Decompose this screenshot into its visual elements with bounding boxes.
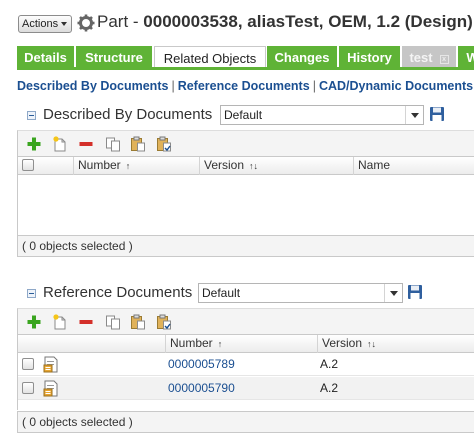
column-number-label: Number <box>78 158 121 172</box>
page-title: Part - 0000003538, aliasTest, OEM, 1.2 (… <box>97 12 473 32</box>
table-row[interactable]: 0000005789 A.2 <box>18 353 474 376</box>
plus-icon[interactable] <box>26 136 42 152</box>
new-document-icon[interactable] <box>52 136 68 152</box>
view-select[interactable]: Default <box>220 105 424 125</box>
section-title: Described By Documents <box>43 106 213 123</box>
section-header: Reference Documents Default <box>17 282 474 304</box>
column-version[interactable]: Version ↑↓ <box>199 157 353 175</box>
document-number-link[interactable]: 0000005790 <box>168 381 235 395</box>
related-objects-nav: Described By Documents | Reference Documen… <box>17 79 474 93</box>
selection-status: ( 0 objects selected ) <box>17 235 474 257</box>
row-checkbox[interactable] <box>22 358 34 370</box>
collapse-icon[interactable] <box>27 289 36 298</box>
nav-reference-documents[interactable]: Reference Documents <box>178 79 310 93</box>
chevron-down-icon <box>61 22 68 26</box>
close-icon[interactable]: x <box>439 55 449 64</box>
tab-bar: Details Structure Related Objects Change… <box>17 46 474 70</box>
document-version: A.2 <box>320 357 339 371</box>
tab-changes[interactable]: Changes <box>267 46 338 67</box>
document-version: A.2 <box>320 381 339 395</box>
tab-overflow[interactable]: W <box>458 46 474 67</box>
tab-test[interactable]: test x <box>402 46 457 67</box>
tab-test-label: test <box>409 50 433 65</box>
reference-documents-section: Reference Documents Default Number ↑ Vers… <box>17 282 474 439</box>
selection-status: ( 0 objects selected ) <box>17 411 474 433</box>
column-number-label: Number <box>170 336 213 350</box>
plus-icon[interactable] <box>26 314 42 330</box>
page-header: Actions Part - 0000003538, aliasTest, OE… <box>0 8 474 42</box>
described-documents-table: Number ↑ Version ↑↓ Name <box>17 156 474 236</box>
document-number-link[interactable]: 0000005789 <box>168 357 235 371</box>
document-icon[interactable] <box>43 356 59 373</box>
gear-icon <box>77 14 95 32</box>
paste-icon[interactable] <box>130 136 146 152</box>
sort-toggle-icon: ↑↓ <box>249 161 259 171</box>
minus-icon[interactable] <box>78 314 94 330</box>
paste-special-icon[interactable] <box>156 136 172 152</box>
document-icon[interactable] <box>43 380 59 397</box>
sort-ascending-icon: ↑ <box>217 339 223 349</box>
column-number[interactable]: Number ↑ <box>73 157 199 175</box>
tab-structure[interactable]: Structure <box>76 46 153 67</box>
sort-ascending-icon: ↑ <box>125 161 131 171</box>
table-header: Number ↑ Version ↑↓ <box>18 335 474 353</box>
actions-menu-button[interactable]: Actions <box>18 15 73 33</box>
table-header: Number ↑ Version ↑↓ Name <box>18 157 474 175</box>
tab-related-objects[interactable]: Related Objects <box>154 46 266 67</box>
sort-toggle-icon: ↑↓ <box>367 339 377 349</box>
paste-icon[interactable] <box>130 314 146 330</box>
section-header: Described By Documents Default <box>17 104 474 126</box>
nav-cad-dynamic-documents[interactable]: CAD/Dynamic Documents <box>319 79 473 93</box>
nav-separator: | <box>312 79 316 93</box>
table-toolbar <box>17 308 474 334</box>
copy-icon[interactable] <box>105 136 121 152</box>
copy-icon[interactable] <box>105 314 121 330</box>
actions-label: Actions <box>22 18 59 30</box>
page-title-identity: 0000003538, aliasTest, OEM, 1.2 (Design) <box>143 12 473 31</box>
column-version[interactable]: Version ↑↓ <box>317 335 473 353</box>
nav-described-by-documents[interactable]: Described By Documents <box>17 79 168 93</box>
page-title-prefix: Part - <box>97 12 144 31</box>
section-title: Reference Documents <box>43 284 193 301</box>
tab-details[interactable]: Details <box>17 46 75 67</box>
paste-special-icon[interactable] <box>156 314 172 330</box>
column-name[interactable]: Name <box>353 157 474 175</box>
minus-icon[interactable] <box>78 136 94 152</box>
select-all-checkbox[interactable] <box>22 159 34 171</box>
chevron-down-icon <box>405 106 423 124</box>
reference-documents-table: Number ↑ Version ↑↓ 0000005789 A.2 0000005… <box>17 334 474 410</box>
column-version-label: Version <box>204 158 245 172</box>
view-select[interactable]: Default <box>198 283 403 303</box>
tab-history[interactable]: History <box>339 46 401 67</box>
table-toolbar <box>17 130 474 156</box>
column-name-label: Name <box>358 158 391 172</box>
collapse-icon[interactable] <box>27 111 36 120</box>
save-icon[interactable] <box>429 106 445 122</box>
view-select-value: Default <box>224 108 263 122</box>
chevron-down-icon <box>384 284 402 302</box>
column-number[interactable]: Number ↑ <box>165 335 317 353</box>
column-version-label: Version <box>322 336 363 350</box>
save-icon[interactable] <box>407 284 423 300</box>
described-by-documents-section: Described By Documents Default Number ↑ V… <box>17 104 474 264</box>
table-row[interactable]: 0000005790 A.2 <box>18 377 474 400</box>
nav-separator: | <box>171 79 175 93</box>
view-select-value: Default <box>202 286 241 300</box>
new-document-icon[interactable] <box>52 314 68 330</box>
row-checkbox[interactable] <box>22 382 34 394</box>
